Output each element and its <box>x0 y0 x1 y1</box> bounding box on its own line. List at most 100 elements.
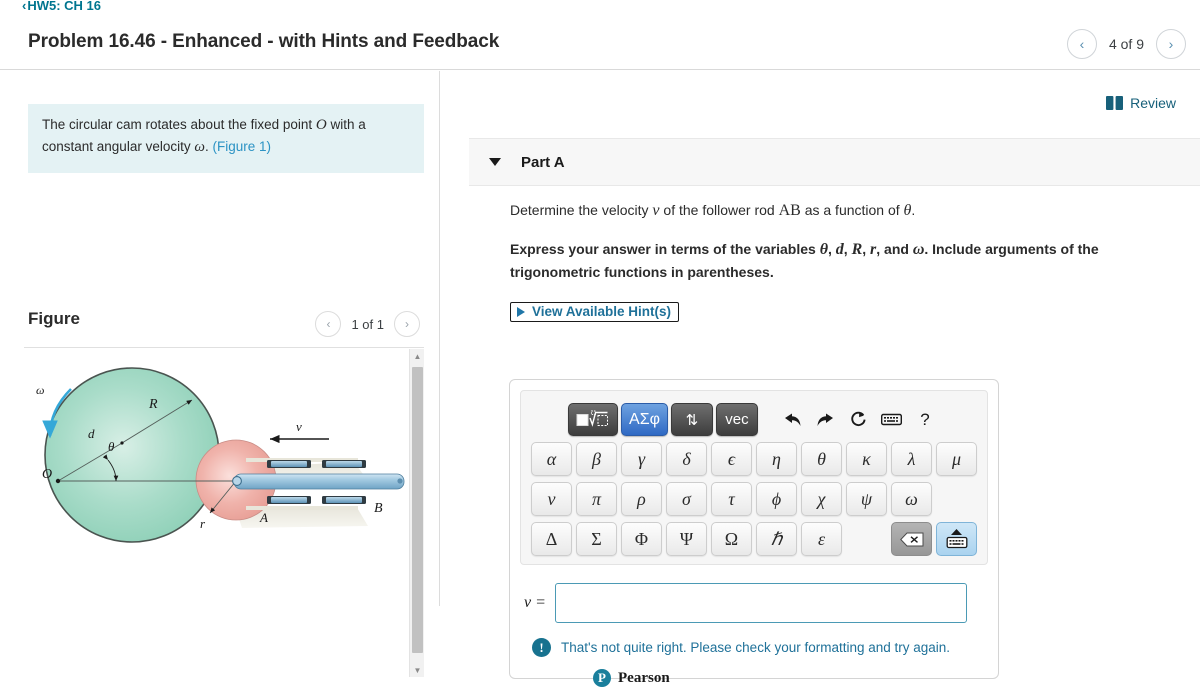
view-hints-button[interactable]: View Available Hint(s) <box>510 302 680 322</box>
feedback-message: ! That's not quite right. Please check y… <box>532 638 950 657</box>
chevron-down-icon[interactable] <box>489 158 501 166</box>
scrollbar-thumb[interactable] <box>412 367 423 653</box>
greek-key-chi[interactable]: χ <box>801 482 842 516</box>
greek-key-varepsilon[interactable]: ε <box>801 522 842 556</box>
help-icon[interactable]: ? <box>910 405 940 435</box>
view-hints-label: View Available Hint(s) <box>532 304 672 319</box>
undo-arrow-icon <box>785 413 801 426</box>
vector-palette-button[interactable]: vec <box>715 403 758 436</box>
cam-follower-diagram: ω R d θ O r A B v <box>36 367 405 543</box>
row2-empty-slot <box>936 482 977 516</box>
instruction-var-d: d <box>835 241 844 258</box>
greek-key-eta[interactable]: η <box>756 442 797 476</box>
redo-arrow-icon <box>817 413 834 426</box>
question-pre: Determine the velocity <box>510 202 653 218</box>
breadcrumb-back-icon[interactable]: ‹ <box>22 0 26 12</box>
greek-key-delta-upper[interactable]: Δ <box>531 522 572 556</box>
part-a-label: Part A <box>521 153 565 171</box>
part-a-header[interactable]: Part A <box>469 138 1200 186</box>
answer-input[interactable] <box>554 583 967 623</box>
caret-up-icon <box>951 529 962 535</box>
sqrt-template-icon <box>576 410 609 427</box>
figure-label-d: d <box>88 426 95 441</box>
breadcrumb[interactable]: ‹ HW5: CH 16 <box>22 0 101 13</box>
greek-key-psi[interactable]: ψ <box>846 482 887 516</box>
greek-key-gamma[interactable]: γ <box>621 442 662 476</box>
greek-key-omega-upper[interactable]: Ω <box>711 522 752 556</box>
keyboard-icon[interactable] <box>877 405 907 435</box>
greek-row-3: Δ Σ Φ Ψ Ω ℏ ε <box>521 522 987 556</box>
problem-pager-label: 4 of 9 <box>1108 36 1144 52</box>
figure-header: Figure ‹ 1 of 1 › <box>28 309 424 347</box>
figure-scrollbar[interactable]: ▲ ▼ <box>409 349 424 677</box>
math-toolbar-mode-row: ΑΣφ ⇅ vec ? <box>521 403 987 436</box>
pearson-logo: P Pearson <box>593 669 670 687</box>
template-palette-button[interactable] <box>568 403 619 436</box>
show-keyboard-button[interactable] <box>936 522 977 556</box>
greek-key-kappa[interactable]: κ <box>846 442 887 476</box>
arrows-palette-button[interactable]: ⇅ <box>670 403 713 436</box>
instruction-var-R: R <box>851 241 863 258</box>
question-instruction: Express your answer in terms of the vari… <box>510 241 1099 280</box>
greek-key-psi-upper[interactable]: Ψ <box>666 522 707 556</box>
backspace-button[interactable] <box>891 522 932 556</box>
row3-empty-slot <box>846 522 887 556</box>
breadcrumb-label[interactable]: HW5: CH 16 <box>27 0 101 13</box>
answer-label: v = <box>524 594 546 611</box>
next-problem-button[interactable]: › <box>1156 29 1186 59</box>
review-label: Review <box>1130 95 1176 111</box>
greek-key-phi[interactable]: ϕ <box>756 482 797 516</box>
greek-key-rho[interactable]: ρ <box>621 482 662 516</box>
redo-icon[interactable] <box>811 405 841 435</box>
greek-key-tau[interactable]: τ <box>711 482 752 516</box>
greek-key-omega[interactable]: ω <box>891 482 932 516</box>
figure-link[interactable]: (Figure 1) <box>212 139 271 154</box>
answer-row: v = <box>524 583 967 623</box>
greek-key-mu[interactable]: μ <box>936 442 977 476</box>
question-mid: of the follower rod <box>659 202 779 218</box>
figure-pager: ‹ 1 of 1 › <box>315 311 420 337</box>
greek-key-nu[interactable]: ν <box>531 482 572 516</box>
statement-var-omega: ω <box>194 138 205 155</box>
instruction-var-omega: ω <box>912 241 925 258</box>
prev-problem-button[interactable]: ‹ <box>1066 29 1097 59</box>
greek-key-lambda[interactable]: λ <box>891 442 932 476</box>
figure-label-v: v <box>296 419 302 434</box>
statement-text-1: The circular cam rotates about the fixed… <box>42 117 316 132</box>
refresh-circle-icon <box>851 411 867 426</box>
keyboard-glyph-icon <box>881 413 903 426</box>
greek-key-sigma[interactable]: σ <box>666 482 707 516</box>
figure-prev-button[interactable]: ‹ <box>315 311 342 337</box>
figure-label-r: r <box>200 516 206 531</box>
reset-icon[interactable] <box>844 405 874 435</box>
question-var-ab: AB <box>778 202 801 219</box>
figure-label-O: O <box>42 467 52 482</box>
math-toolbar: ΑΣφ ⇅ vec ? α β γ δ ϵ η θ κ λ μ ν π ρ σ … <box>520 390 988 565</box>
greek-key-epsilon[interactable]: ϵ <box>711 442 752 476</box>
instruction-var-theta: θ <box>819 241 828 258</box>
undo-icon[interactable] <box>778 405 808 435</box>
greek-key-phi-upper[interactable]: Φ <box>621 522 662 556</box>
greek-key-theta[interactable]: θ <box>801 442 842 476</box>
greek-key-alpha[interactable]: α <box>531 442 572 476</box>
greek-row-2: ν π ρ σ τ ϕ χ ψ ω <box>521 482 987 516</box>
keyboard-glyph-icon <box>946 536 967 549</box>
greek-key-hbar[interactable]: ℏ <box>756 522 797 556</box>
figure-label-R: R <box>148 397 158 412</box>
review-button[interactable]: Review <box>1106 95 1176 111</box>
figure-label-omega: ω <box>36 383 44 397</box>
greek-key-delta[interactable]: δ <box>666 442 707 476</box>
greek-key-pi[interactable]: π <box>576 482 617 516</box>
greek-key-beta[interactable]: β <box>576 442 617 476</box>
scroll-up-arrow-icon[interactable]: ▲ <box>410 349 424 364</box>
left-panel: The circular cam rotates about the fixed… <box>0 71 440 677</box>
scroll-down-arrow-icon[interactable]: ▼ <box>410 663 424 677</box>
greek-key-sigma-upper[interactable]: Σ <box>576 522 617 556</box>
instruction-pre: Express your answer in terms of the vari… <box>510 241 820 257</box>
book-icon <box>1106 96 1124 110</box>
feedback-text: That's not quite right. Please check you… <box>561 640 951 655</box>
figure-next-button[interactable]: › <box>394 311 420 337</box>
right-panel: Review Part A Determine the velocity v o… <box>441 71 1200 687</box>
info-icon: ! <box>532 638 551 657</box>
greek-palette-button[interactable]: ΑΣφ <box>621 403 668 436</box>
